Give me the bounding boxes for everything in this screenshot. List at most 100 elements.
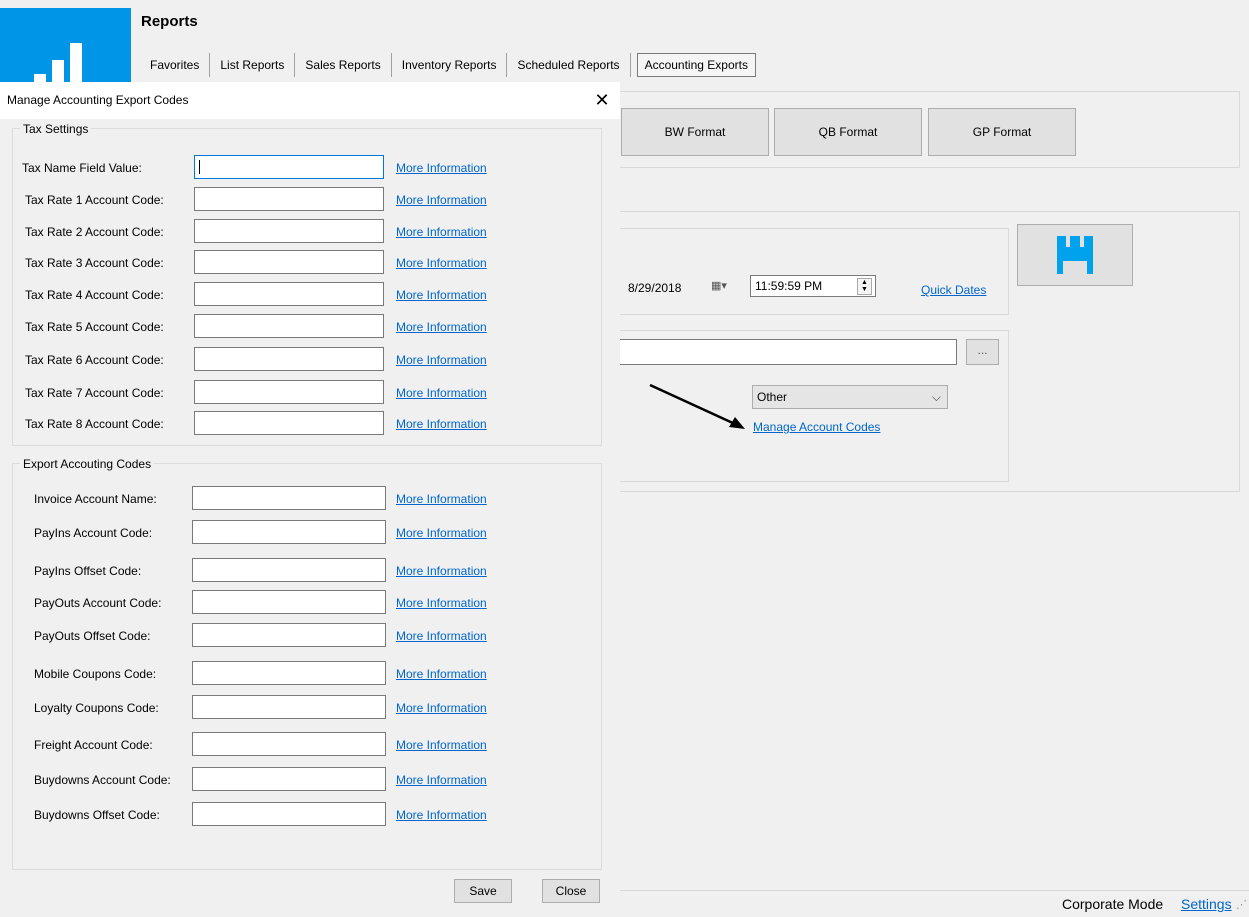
tax-name-input[interactable] (194, 155, 384, 179)
tab-inventory-reports[interactable]: Inventory Reports (392, 53, 508, 77)
export-path-input[interactable] (610, 339, 957, 365)
calendar-dropdown-icon[interactable]: ▦▾ (711, 276, 727, 296)
mobile-coupons-code-input[interactable] (192, 661, 386, 685)
chevron-down-icon: ⌵ (931, 390, 941, 404)
close-button[interactable]: Close (542, 879, 600, 903)
tax-name-label: Tax Name Field Value: (22, 161, 142, 175)
export-save-button[interactable] (1017, 224, 1133, 286)
tab-sales-reports[interactable]: Sales Reports (295, 53, 392, 77)
more-information-link[interactable]: More Information (396, 225, 487, 239)
tax-rate-3-input[interactable] (194, 250, 384, 274)
more-information-link[interactable]: More Information (396, 320, 487, 334)
tax-rate-8-label: Tax Rate 8 Account Code: (25, 417, 164, 431)
buydowns-offset-code-input[interactable] (192, 802, 386, 826)
tax-rate-1-input[interactable] (194, 187, 384, 211)
status-divider (600, 890, 1249, 891)
qb-format-button[interactable]: QB Format (774, 108, 922, 156)
tax-rate-6-label: Tax Rate 6 Account Code: (25, 353, 164, 367)
tab-list-reports[interactable]: List Reports (210, 53, 296, 77)
payouts-offset-code-input[interactable] (192, 623, 386, 647)
payins-offset-code-label: PayIns Offset Code: (34, 564, 142, 578)
payouts-account-code-label: PayOuts Account Code: (34, 596, 162, 610)
more-information-link[interactable]: More Information (396, 564, 487, 578)
tax-rate-2-input[interactable] (194, 219, 384, 243)
freight-account-code-input[interactable] (192, 732, 386, 756)
time-spin-icon[interactable]: ▲ ▼ (857, 278, 872, 295)
invoice-account-name-input[interactable] (192, 486, 386, 510)
end-date-value: 8/29/2018 (628, 281, 682, 295)
more-information-link[interactable]: More Information (396, 773, 487, 787)
annotation-arrow (649, 383, 745, 429)
buydowns-offset-code-label: Buydowns Offset Code: (34, 808, 160, 822)
invoice-account-name-label: Invoice Account Name: (34, 492, 157, 506)
payins-account-code-input[interactable] (192, 520, 386, 544)
tax-settings-heading: Tax Settings (20, 122, 92, 136)
tab-favorites[interactable]: Favorites (140, 53, 211, 77)
bw-format-button[interactable]: BW Format (621, 108, 769, 156)
tax-rate-8-input[interactable] (194, 411, 384, 435)
more-information-link[interactable]: More Information (396, 288, 487, 302)
buydowns-account-code-input[interactable] (192, 767, 386, 791)
tax-rate-6-input[interactable] (194, 347, 384, 371)
bar-chart-icon (34, 43, 82, 90)
tax-rate-5-input[interactable] (194, 314, 384, 338)
more-information-link[interactable]: More Information (396, 492, 487, 506)
export-type-select[interactable]: Other ⌵ (752, 385, 948, 409)
tax-rate-4-input[interactable] (194, 282, 384, 306)
tax-rate-3-label: Tax Rate 3 Account Code: (25, 256, 164, 270)
tax-rate-5-label: Tax Rate 5 Account Code: (25, 320, 164, 334)
quick-dates-link[interactable]: Quick Dates (921, 283, 986, 297)
tab-accounting-exports[interactable]: Accounting Exports (636, 53, 756, 77)
gp-format-button[interactable]: GP Format (928, 108, 1076, 156)
end-time-value: 11:59:59 PM (755, 279, 823, 293)
more-information-link[interactable]: More Information (396, 256, 487, 270)
app-title: Reports (141, 13, 198, 30)
tab-scheduled-reports[interactable]: Scheduled Reports (507, 53, 631, 77)
loyalty-coupons-code-input[interactable] (192, 695, 386, 719)
settings-link[interactable]: Settings (1181, 896, 1232, 912)
more-information-link[interactable]: More Information (396, 161, 487, 175)
more-information-link[interactable]: More Information (396, 629, 487, 643)
save-button[interactable]: Save (454, 879, 512, 903)
more-information-link[interactable]: More Information (396, 526, 487, 540)
manage-account-codes-link[interactable]: Manage Account Codes (753, 420, 880, 434)
app-logo (0, 8, 131, 90)
more-information-link[interactable]: More Information (396, 193, 487, 207)
export-type-value: Other (757, 390, 788, 404)
dialog-titlebar: Manage Accounting Export Codes ✕ (0, 82, 620, 119)
loyalty-coupons-code-label: Loyalty Coupons Code: (34, 701, 159, 715)
resize-grip-icon[interactable]: ⋰ (1236, 898, 1247, 911)
tax-rate-2-label: Tax Rate 2 Account Code: (25, 225, 164, 239)
tax-rate-4-label: Tax Rate 4 Account Code: (25, 288, 164, 302)
tax-rate-7-label: Tax Rate 7 Account Code: (25, 386, 164, 400)
more-information-link[interactable]: More Information (396, 386, 487, 400)
corporate-mode-label: Corporate Mode (1062, 896, 1164, 912)
floppy-disk-icon (1057, 236, 1093, 274)
payouts-account-code-input[interactable] (192, 590, 386, 614)
more-information-link[interactable]: More Information (396, 596, 487, 610)
more-information-link[interactable]: More Information (396, 353, 487, 367)
date-group (610, 228, 1009, 315)
more-information-link[interactable]: More Information (396, 417, 487, 431)
payins-offset-code-input[interactable] (192, 558, 386, 582)
freight-account-code-label: Freight Account Code: (34, 738, 153, 752)
tax-rate-1-label: Tax Rate 1 Account Code: (25, 193, 164, 207)
more-information-link[interactable]: More Information (396, 738, 487, 752)
end-time-input[interactable]: 11:59:59 PM ▲ ▼ (750, 275, 876, 297)
end-date-picker[interactable]: 8/29/2018 ▦▾ (622, 275, 746, 297)
mobile-coupons-code-label: Mobile Coupons Code: (34, 667, 157, 681)
payins-account-code-label: PayIns Account Code: (34, 526, 153, 540)
dialog-title: Manage Accounting Export Codes (7, 93, 189, 107)
tax-rate-7-input[interactable] (194, 380, 384, 404)
more-information-link[interactable]: More Information (396, 667, 487, 681)
more-information-link[interactable]: More Information (396, 808, 487, 822)
buydowns-account-code-label: Buydowns Account Code: (34, 773, 171, 787)
browse-button[interactable]: ... (966, 339, 999, 365)
payouts-offset-code-label: PayOuts Offset Code: (34, 629, 151, 643)
more-information-link[interactable]: More Information (396, 701, 487, 715)
manage-codes-dialog: Manage Accounting Export Codes ✕ Tax Set… (0, 82, 620, 917)
text-caret (199, 160, 200, 174)
close-icon[interactable]: ✕ (590, 88, 614, 112)
export-codes-heading: Export Accouting Codes (20, 457, 155, 471)
report-tabs: Favorites List Reports Sales Reports Inv… (140, 53, 756, 77)
